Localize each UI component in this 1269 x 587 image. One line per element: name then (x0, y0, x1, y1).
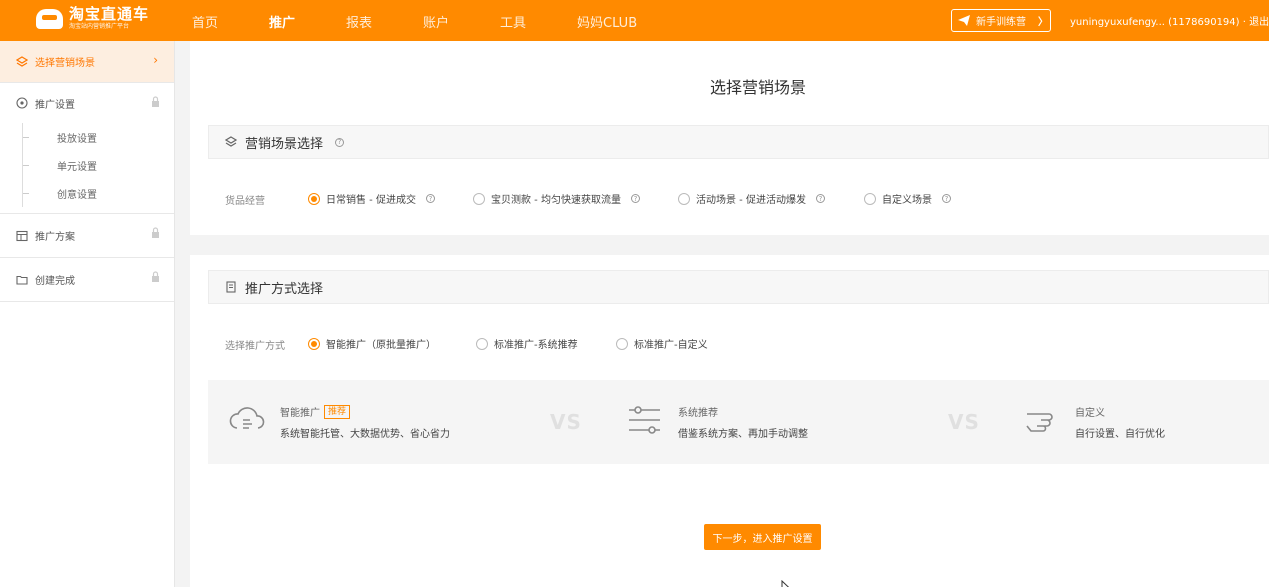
sidebar-item-label: 创建完成 (35, 276, 75, 287)
chevron-right-icon: 〉 (1038, 17, 1048, 28)
sidebar-item-promotion-plan[interactable]: 推广方案 (0, 214, 174, 257)
method-comparison: 智能推广 推荐 系统智能托管、大数据优势、省心省力 VS 系统推荐 借鉴系统方案… (208, 380, 1269, 464)
sidebar-item-promotion-settings[interactable]: 推广设置 (0, 83, 174, 123)
sidebar-item-label: 推广设置 (35, 99, 75, 111)
goods-operation-label: 货品经营 (225, 196, 265, 207)
radio-checked-icon (308, 192, 320, 205)
section-gap (190, 235, 1269, 255)
sliders-icon (629, 406, 660, 434)
vs-label: VS (550, 410, 582, 434)
scene-option-product-test[interactable]: 宝贝测款 - 均匀快速获取流量 ? (473, 191, 640, 206)
newbie-training-label: 新手训练营 (976, 17, 1026, 28)
lock-icon (152, 271, 159, 282)
scene-option-label: 自定义场景 (882, 195, 932, 206)
nav-account[interactable]: 账户 (423, 12, 449, 31)
logo-title: 淘宝直通车 (69, 5, 150, 23)
compare-custom-title: 自定义 (1075, 408, 1105, 419)
radio-unchecked-icon (864, 192, 876, 205)
compare-system-desc: 借鉴系统方案、再加手动调整 (678, 429, 808, 440)
document-icon (226, 281, 236, 293)
hand-pointer-icon (1026, 413, 1053, 432)
sidebar-item-label: 选择营销场景 (35, 58, 95, 69)
radio-unchecked-icon (473, 192, 485, 205)
nav-mama-club[interactable]: 妈妈CLUB (577, 12, 637, 31)
compare-custom: 自定义 自行设置、自行优化 (1023, 404, 1165, 440)
help-icon[interactable]: ? (630, 194, 640, 203)
sidebar-item-select-scene[interactable]: 选择营销场景 › (0, 41, 174, 82)
folder-icon (16, 274, 28, 286)
method-section-header: 推广方式选择 (208, 270, 1269, 304)
paper-plane-icon (958, 15, 970, 26)
compare-smart-title: 智能推广 (280, 408, 320, 419)
method-option-label: 标准推广-自定义 (634, 340, 708, 351)
sidebar-item-label: 推广方案 (35, 232, 75, 243)
radio-unchecked-icon (476, 337, 488, 350)
scene-section-header: 营销场景选择 ? (208, 125, 1269, 159)
layers-icon (225, 136, 237, 147)
target-icon (16, 97, 28, 109)
divider (0, 301, 174, 302)
sidebar-subitem-creative[interactable]: 创意设置 (23, 179, 174, 207)
method-option-smart[interactable]: 智能推广（原批量推广） (308, 336, 436, 351)
sidebar-subitem-unit[interactable]: 单元设置 (23, 151, 174, 179)
next-step-button[interactable]: 下一步，进入推广设置 (704, 524, 821, 550)
scene-option-custom[interactable]: 自定义场景 ? (864, 191, 951, 206)
nav-home[interactable]: 首页 (192, 12, 218, 31)
method-option-label: 智能推广（原批量推广） (326, 340, 436, 351)
scene-option-label: 活动场景 - 促进活动爆发 (696, 195, 806, 206)
nav-tools[interactable]: 工具 (500, 12, 526, 31)
radio-unchecked-icon (616, 337, 628, 350)
nav-reports[interactable]: 报表 (346, 12, 372, 31)
radio-unchecked-icon (678, 192, 690, 205)
lock-icon (152, 227, 159, 238)
compare-custom-desc: 自行设置、自行优化 (1075, 429, 1165, 440)
logo-subtitle: 淘宝站内营销推广平台 (69, 23, 130, 30)
compare-system-title: 系统推荐 (678, 408, 718, 419)
help-icon[interactable]: ? (335, 137, 345, 147)
main-content: 选择营销场景 营销场景选择 ? 货品经营 日常销售 - 促进成交 ? 宝贝测款 … (190, 41, 1269, 587)
method-option-system-recommend[interactable]: 标准推广-系统推荐 (476, 336, 578, 351)
scene-option-activity[interactable]: 活动场景 - 促进活动爆发 ? (678, 191, 825, 206)
help-icon[interactable]: ? (815, 194, 825, 203)
promotion-settings-subnav: 投放设置 单元设置 创意设置 (22, 123, 174, 207)
recommend-badge: 推荐 (324, 404, 351, 419)
radio-checked-icon (308, 337, 320, 350)
top-bar: 淘宝直通车 淘宝站内营销推广平台 首页 推广 报表 账户 工具 妈妈CLUB 新… (0, 0, 1269, 44)
method-option-custom[interactable]: 标准推广-自定义 (616, 336, 708, 351)
method-option-label: 标准推广-系统推荐 (494, 340, 578, 351)
mouse-cursor-icon (781, 580, 790, 587)
sidebar-subitem-delivery[interactable]: 投放设置 (23, 123, 174, 151)
user-account[interactable]: yuningyuxufengy... (1178690194) · 退出 (1070, 13, 1269, 28)
compare-system: 系统推荐 借鉴系统方案、再加手动调整 (626, 404, 808, 440)
newbie-training-button[interactable]: 新手训练营 〉 (951, 9, 1051, 32)
calendar-icon (16, 230, 28, 242)
cloud-icon (229, 407, 265, 429)
sidebar-item-created[interactable]: 创建完成 (0, 258, 174, 301)
compare-smart: 智能推广 推荐 系统智能托管、大数据优势、省心省力 (228, 404, 450, 440)
method-section-title: 推广方式选择 (245, 281, 324, 297)
help-icon[interactable]: ? (425, 194, 435, 203)
nav-promotion[interactable]: 推广 (269, 12, 295, 44)
scene-option-label: 宝贝测款 - 均匀快速获取流量 (491, 195, 621, 206)
page-title: 选择营销场景 (710, 78, 807, 97)
scene-option-daily-sales[interactable]: 日常销售 - 促进成交 ? (308, 191, 435, 206)
layers-icon (16, 55, 28, 68)
help-icon[interactable]: ? (942, 194, 951, 203)
logo[interactable]: 淘宝直通车 淘宝站内营销推广平台 (36, 7, 149, 30)
vs-label: VS (948, 410, 980, 434)
chevron-right-icon: › (153, 53, 158, 67)
car-logo-icon (36, 8, 63, 29)
lock-icon (152, 96, 159, 107)
sidebar: 选择营销场景 › 推广设置 投放设置 单元设置 创意设置 推广方案 创建完成 (0, 41, 175, 587)
compare-smart-desc: 系统智能托管、大数据优势、省心省力 (280, 429, 450, 440)
scene-option-label: 日常销售 - 促进成交 (326, 195, 416, 206)
select-method-label: 选择推广方式 (225, 341, 285, 352)
scene-section-title: 营销场景选择 (245, 136, 324, 152)
